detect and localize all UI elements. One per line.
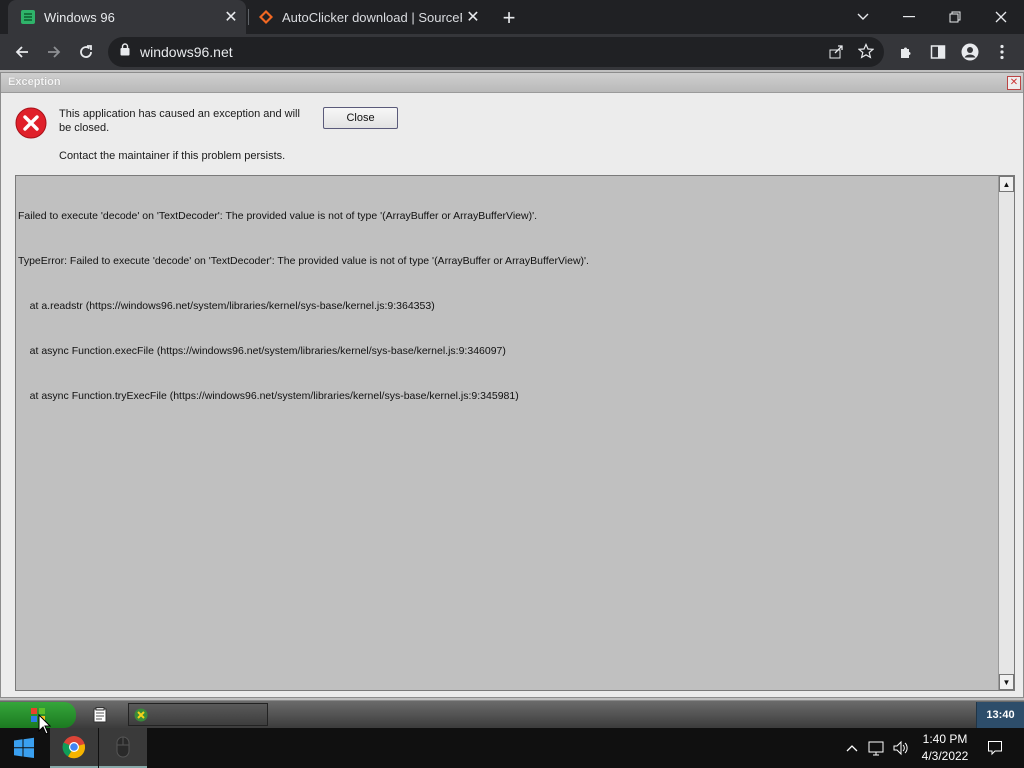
close-window-icon[interactable] <box>978 0 1024 34</box>
dialog-close-icon[interactable]: ✕ <box>1007 76 1021 90</box>
error-icon <box>15 107 47 139</box>
profile-avatar-icon[interactable] <box>956 38 984 66</box>
back-icon[interactable] <box>8 38 36 66</box>
log-line: at async Function.tryExecFile (https://w… <box>18 390 519 402</box>
os-taskbar: 1:40 PM 4/3/2022 <box>0 728 1024 768</box>
restore-icon[interactable] <box>932 0 978 34</box>
minimize-icon[interactable] <box>886 0 932 34</box>
tab-strip: Windows 96 ✕ AutoClicker download | Sour… <box>0 0 1024 34</box>
sourceforge-favicon-icon <box>258 9 274 25</box>
error-hint: Contact the maintainer if this problem p… <box>59 150 286 162</box>
tab-title: Windows 96 <box>44 9 115 25</box>
chrome-taskbar-icon[interactable] <box>50 728 98 768</box>
windows96-favicon-icon <box>20 9 36 25</box>
autoclicker-taskbar-icon[interactable] <box>99 728 147 768</box>
volume-icon[interactable] <box>890 728 912 768</box>
system-time: 1:40 PM <box>922 732 968 746</box>
dialog-title: Exception <box>8 76 61 88</box>
notifications-icon[interactable] <box>984 728 1006 768</box>
reload-icon[interactable] <box>72 38 100 66</box>
log-line: Failed to execute 'decode' on 'TextDecod… <box>18 210 538 222</box>
browser-toolbar: windows96.net <box>0 34 1024 70</box>
address-bar[interactable]: windows96.net <box>108 37 884 67</box>
log-text: Failed to execute 'decode' on 'TextDecod… <box>18 179 589 434</box>
network-icon[interactable] <box>866 728 888 768</box>
log-line: at async Function.execFile (https://wind… <box>18 345 506 357</box>
bookmark-star-icon[interactable] <box>857 43 875 64</box>
tab-windows96[interactable]: Windows 96 ✕ <box>8 0 246 34</box>
share-icon[interactable] <box>828 44 844 65</box>
menu-kebab-icon[interactable] <box>988 38 1016 66</box>
mouse-cursor-icon <box>38 713 52 736</box>
app-task-icon <box>134 708 148 721</box>
log-line: at a.readstr (https://windows96.net/syst… <box>18 300 435 312</box>
system-clock[interactable]: 1:40 PM 4/3/2022 <box>916 731 974 765</box>
tab-separator <box>248 9 249 25</box>
exception-dialog: Exception ✕ This application has caused … <box>0 72 1024 698</box>
extensions-icon[interactable] <box>892 38 920 66</box>
url-text: windows96.net <box>140 44 233 60</box>
w96-task-button[interactable] <box>128 703 268 726</box>
windows96-desktop: Exception ✕ This application has caused … <box>0 70 1024 728</box>
error-message: This application has caused an exception… <box>59 108 300 134</box>
scroll-down-arrow-icon[interactable]: ▼ <box>999 674 1014 690</box>
new-tab-button[interactable]: + <box>496 5 522 31</box>
tab-autoclicker[interactable]: AutoClicker download | SourceFo ✕ <box>250 0 488 34</box>
scroll-up-arrow-icon[interactable]: ▲ <box>999 176 1014 192</box>
w96-clock: 13:40 <box>976 702 1024 728</box>
notepad-quicklaunch-icon[interactable] <box>90 705 110 725</box>
tab-title: AutoClicker download | SourceFo <box>282 9 462 25</box>
show-hidden-icons-chevron-icon[interactable] <box>844 728 860 768</box>
forward-icon[interactable] <box>40 38 68 66</box>
close-button[interactable]: Close <box>323 107 398 129</box>
close-tab-icon[interactable]: ✕ <box>462 6 484 28</box>
log-line: TypeError: Failed to execute 'decode' on… <box>18 255 589 267</box>
exception-log[interactable]: Failed to execute 'decode' on 'TextDecod… <box>15 175 1015 691</box>
dialog-titlebar[interactable]: Exception ✕ <box>1 73 1023 93</box>
w96-taskbar: 13:40 <box>0 700 1024 728</box>
lock-icon <box>120 43 130 61</box>
system-date: 4/3/2022 <box>921 749 969 763</box>
tab-search-chevron-icon[interactable] <box>840 0 886 34</box>
log-scrollbar[interactable]: ▲ ▼ <box>998 176 1014 690</box>
close-tab-icon[interactable]: ✕ <box>220 6 242 28</box>
side-panel-icon[interactable] <box>924 38 952 66</box>
